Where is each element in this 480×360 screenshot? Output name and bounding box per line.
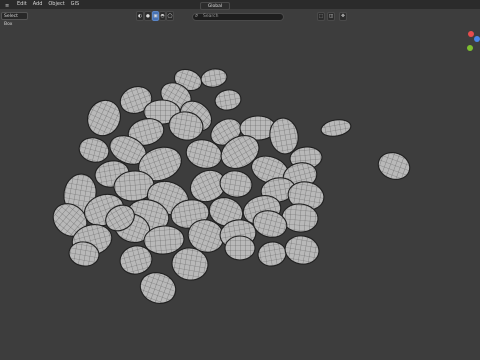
pebble[interactable] [283, 233, 321, 266]
pebble[interactable] [82, 95, 126, 141]
pebble[interactable] [224, 235, 256, 261]
pebble[interactable] [375, 148, 414, 183]
pebbles-group [52, 67, 414, 309]
pebble[interactable] [76, 135, 111, 166]
pebble[interactable] [218, 168, 254, 199]
pebble-pile-mesh[interactable] [0, 0, 480, 360]
pebble[interactable] [256, 240, 288, 268]
pebble[interactable] [200, 67, 229, 89]
pebble[interactable] [320, 118, 352, 139]
pebble[interactable] [136, 268, 180, 309]
pebble[interactable] [213, 88, 242, 112]
